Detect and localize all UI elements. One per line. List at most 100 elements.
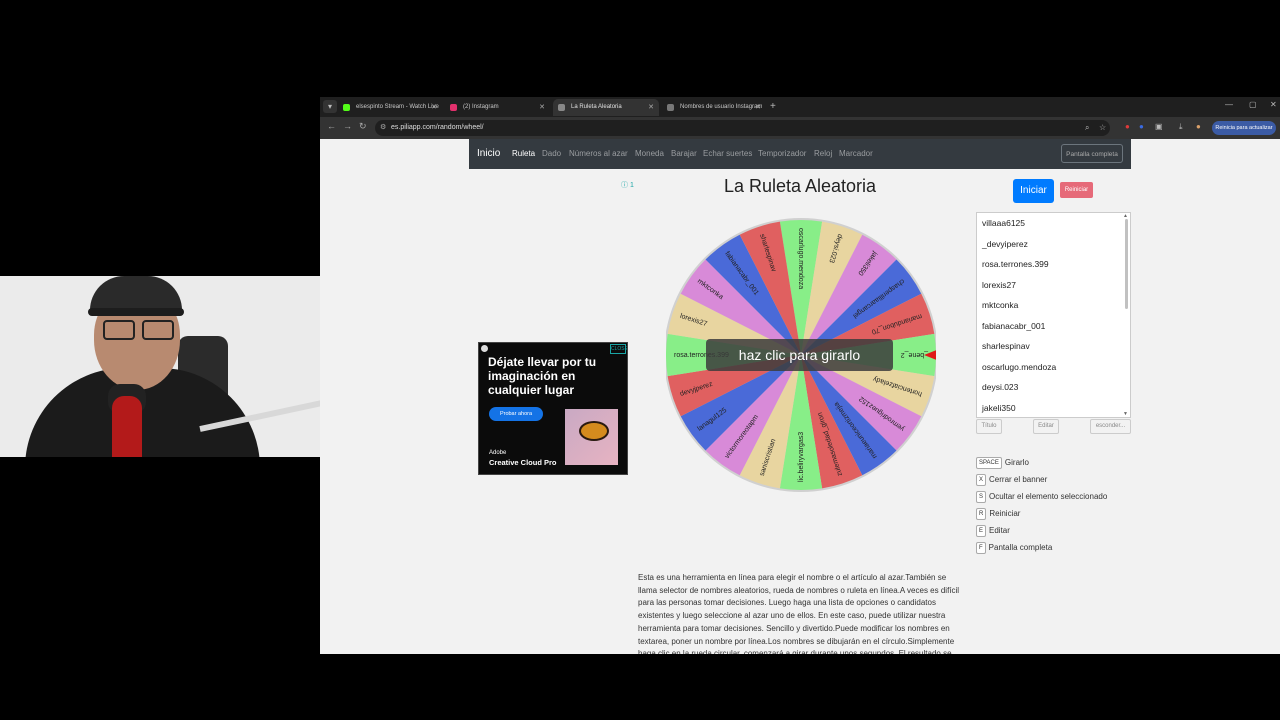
site-info-icon[interactable]: ⚙ (380, 121, 386, 135)
instagram-favicon-icon (450, 104, 457, 111)
title-button[interactable]: Título (976, 419, 1002, 434)
nav-barajar[interactable]: Barajar (671, 139, 697, 169)
kick-favicon-icon (343, 104, 350, 111)
tab-ruleta[interactable]: La Ruleta Aleatoria ✕ (553, 99, 659, 116)
nav-echar-suertes[interactable]: Echar suertes (703, 139, 752, 169)
nav-moneda[interactable]: Moneda (635, 139, 664, 169)
shortcut-label: Cerrar el banner (989, 475, 1048, 485)
ad-choices-icon[interactable] (481, 345, 488, 352)
globe-favicon-icon (558, 104, 565, 111)
reset-button[interactable]: Reiniciar (1060, 182, 1093, 198)
extension-icon[interactable]: ● (1125, 122, 1130, 131)
info-badge[interactable]: ⓘ 1 (621, 180, 634, 190)
shortcut-row: X Cerrar el banner (976, 474, 1047, 486)
shortcut-key: R (976, 508, 987, 520)
list-item[interactable]: mktconka (977, 295, 1130, 316)
close-icon[interactable]: ✕ (755, 99, 761, 116)
back-icon[interactable]: ← (327, 121, 336, 131)
list-item[interactable]: oscarlugo.mendoza (977, 357, 1130, 378)
list-item[interactable]: fabianacabr_001 (977, 316, 1130, 337)
list-item[interactable]: sharlespinav (977, 336, 1130, 357)
url-text: es.piliapp.com/random/wheel/ (391, 124, 484, 131)
close-icon[interactable]: ✕ (431, 99, 437, 116)
shortcut-row: S Ocultar el elemento seleccionado (976, 491, 1107, 503)
globe-favicon-icon (667, 104, 674, 111)
zoom-icon[interactable]: ⌕ (1085, 123, 1089, 133)
list-item[interactable]: villaaa6125 (977, 213, 1130, 234)
list-item[interactable]: _devyiperez (977, 234, 1130, 255)
wheel-segment-label: lic.beliryvargas3 (798, 432, 805, 482)
forward-icon[interactable]: → (343, 121, 352, 131)
description-text: Esta es una herramienta en línea para el… (638, 573, 960, 654)
download-icon[interactable]: ⤓ (1179, 122, 1183, 132)
page-content: Inicio Ruleta Dado Números al azar Moned… (320, 139, 1280, 654)
address-bar: ← → ↻ ⚙ es.piliapp.com/random/wheel/ ⌕ ☆… (320, 117, 1280, 139)
tab-nombres[interactable]: Nombres de usuario Instagram ✕ (662, 99, 766, 116)
nav-numeros[interactable]: Números al azar (569, 139, 628, 169)
close-icon[interactable]: ✕ (648, 99, 654, 116)
nav-home[interactable]: Inicio (477, 139, 500, 169)
list-item[interactable]: jakeli350 (977, 398, 1130, 418)
url-field[interactable]: ⚙ es.piliapp.com/random/wheel/ ⌕ ☆ (375, 120, 1110, 136)
ad-image (565, 409, 618, 465)
reload-icon[interactable]: ↻ (359, 121, 367, 132)
nav-marcador[interactable]: Marcador (839, 139, 873, 169)
browser-window: ▾ elsespinto Stream - Watch Live ✕ (2) I… (320, 97, 1280, 654)
shortcut-key: F (976, 542, 986, 554)
tab-kick[interactable]: elsespinto Stream - Watch Live ✕ (338, 99, 442, 116)
shortcut-key: X (976, 474, 987, 486)
nav-ruleta[interactable]: Ruleta (512, 139, 535, 169)
nav-dado[interactable]: Dado (542, 139, 561, 169)
shortcut-key: E (976, 525, 987, 537)
fullscreen-button[interactable]: Pantalla completa (1061, 144, 1123, 163)
scrollbar-thumb[interactable] (1125, 219, 1128, 309)
list-item[interactable]: lorexis27 (977, 275, 1130, 296)
names-textarea[interactable]: villaaa6125 _devyiperez rosa.terrones.399 l… (976, 212, 1131, 418)
list-item[interactable]: rosa.terrones.399 (977, 254, 1130, 275)
new-tab-icon[interactable]: + (770, 99, 776, 115)
tab-label: elsespinto Stream - Watch Live (356, 104, 439, 110)
start-button[interactable]: Iniciar (1013, 179, 1054, 203)
site-navbar: Inicio Ruleta Dado Números al azar Moned… (469, 139, 1131, 169)
nav-reloj[interactable]: Reloj (814, 139, 832, 169)
shortcut-label: Pantalla completa (988, 543, 1053, 553)
window-close-icon[interactable]: ✕ (1270, 100, 1277, 109)
edit-button[interactable]: Editar (1033, 419, 1059, 434)
shortcut-row: F Pantalla completa (976, 542, 1052, 554)
profile-avatar-icon[interactable]: ● (1196, 122, 1201, 131)
shortcut-key: S (976, 491, 987, 503)
update-button[interactable]: Reinicia para actualizar (1212, 121, 1276, 135)
scroll-up-icon[interactable]: ▲ (1123, 213, 1128, 219)
shortcut-label: Reiniciar (989, 509, 1021, 519)
extensions-puzzle-icon[interactable]: ▣ (1155, 122, 1163, 131)
ad-brand-line1: Adobe (489, 450, 507, 456)
shortcut-row: E Editar (976, 525, 1010, 537)
bee-icon (579, 421, 609, 441)
tab-bar: ▾ elsespinto Stream - Watch Live ✕ (2) I… (320, 97, 1280, 117)
shortcut-key: SPACE (976, 457, 1002, 469)
ad-cta-button[interactable]: Probar ahora (489, 407, 543, 421)
maximize-icon[interactable]: ▢ (1249, 100, 1257, 109)
ad-close-button[interactable]: CLOSE (610, 344, 627, 354)
extension-icon[interactable]: ● (1139, 122, 1144, 131)
webcam-overlay (0, 276, 320, 457)
minimize-icon[interactable]: — (1225, 100, 1233, 109)
wheel-segment-label: _bene_2 (901, 351, 929, 358)
cap-brim (88, 308, 184, 316)
nav-temporizador[interactable]: Temporizador (758, 139, 806, 169)
glasses-lens-right (142, 320, 174, 340)
shortcut-row: R Reiniciar (976, 508, 1020, 520)
ad-headline: Déjate llevar por tu imaginación en cual… (488, 355, 597, 397)
tab-label: La Ruleta Aleatoria (571, 104, 622, 110)
tab-search-icon[interactable]: ▾ (323, 100, 337, 113)
shortcut-label: Girarlo (1004, 458, 1029, 468)
list-item[interactable]: deysi.023 (977, 377, 1130, 398)
bookmark-star-icon[interactable]: ☆ (1099, 123, 1106, 132)
tab-instagram[interactable]: (2) Instagram ✕ (445, 99, 550, 116)
adobe-ad-banner[interactable]: CLOSE Déjate llevar por tu imaginación e… (478, 342, 628, 475)
hide-button[interactable]: esconder... (1090, 419, 1131, 434)
page-title: La Ruleta Aleatoria (723, 176, 877, 196)
wheel-center-label[interactable]: haz clic para girarlo (706, 339, 893, 371)
scroll-down-icon[interactable]: ▼ (1123, 411, 1128, 417)
close-icon[interactable]: ✕ (539, 99, 545, 116)
